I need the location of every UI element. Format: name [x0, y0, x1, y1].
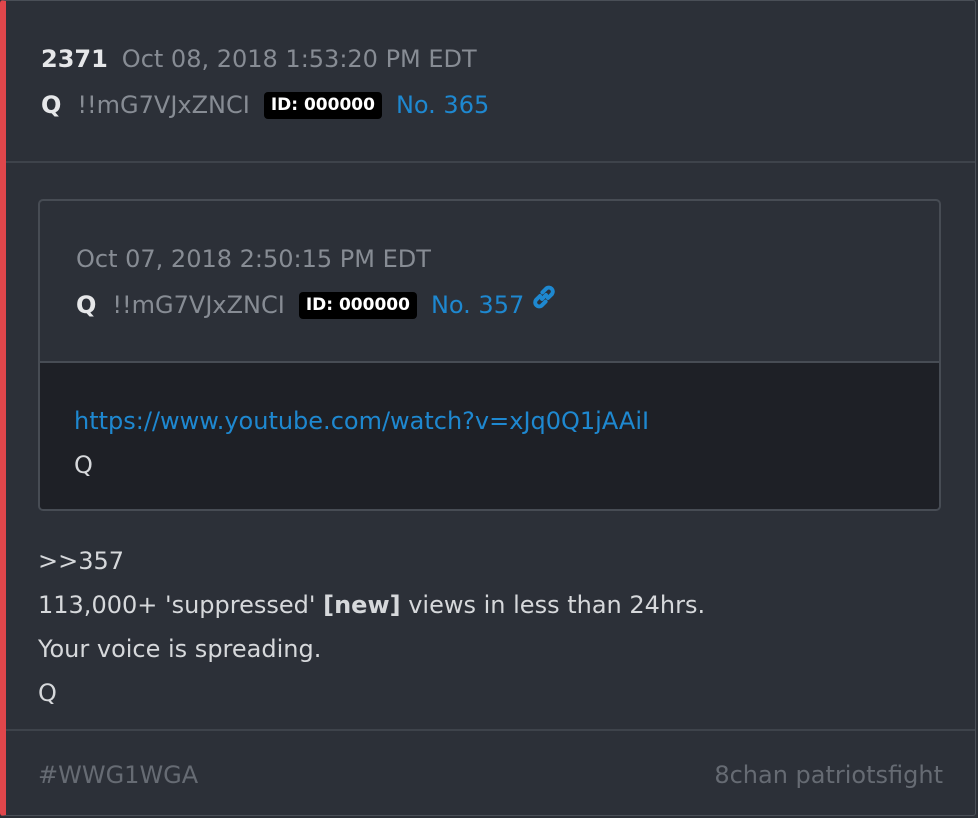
tripcode: !!mG7VJxZNCI [77, 91, 250, 119]
quoted-post-date: Oct 07, 2018 2:50:15 PM EDT [76, 245, 431, 273]
quoted-post-header: Oct 07, 2018 2:50:15 PM EDT Q !!mG7VJxZN… [40, 201, 939, 363]
new-tag: [new] [323, 591, 401, 619]
quoted-post-body: https://www.youtube.com/watch?v=xJq0Q1jA… [40, 363, 939, 509]
voice-text: Your voice is spreading. [38, 635, 322, 663]
quoted-meta-line: Oct 07, 2018 2:50:15 PM EDT [76, 245, 431, 273]
quoted-author-line: Q !!mG7VJxZNCI ID: 000000 No. 357 [76, 285, 558, 321]
link-icon[interactable] [530, 283, 558, 315]
quoted-signature-line: Q [74, 451, 93, 479]
views-text-suffix: views in less than 24hrs. [400, 591, 706, 619]
views-text-prefix: 113,000+ 'suppressed' [38, 591, 324, 619]
author-name: Q [41, 91, 62, 119]
post-card: 2371 Oct 08, 2018 1:53:20 PM EDT Q !!mG7… [0, 0, 976, 816]
post-number: 2371 [41, 45, 108, 73]
quoted-signature: Q [74, 451, 93, 479]
post-number-link[interactable]: No. 365 [396, 91, 489, 119]
reply-reference[interactable]: >>357 [38, 547, 124, 575]
post-author-line: Q !!mG7VJxZNCI ID: 000000 No. 365 [41, 91, 489, 119]
body-signature-line: Q [38, 679, 57, 707]
quoted-post: Oct 07, 2018 2:50:15 PM EDT Q !!mG7VJxZN… [38, 199, 941, 511]
reply-reference-text[interactable]: >>357 [38, 547, 124, 575]
quoted-author-name: Q [76, 291, 97, 319]
body-signature: Q [38, 679, 57, 707]
post-meta-line: 2371 Oct 08, 2018 1:53:20 PM EDT [41, 45, 477, 73]
body-line-voice: Your voice is spreading. [38, 635, 321, 663]
post-footer: #WWG1WGA 8chan patriotsfight [6, 729, 975, 815]
post-date: Oct 08, 2018 1:53:20 PM EDT [121, 45, 477, 73]
quoted-tripcode: !!mG7VJxZNCI [112, 291, 285, 319]
source-label: 8chan patriotsfight [714, 761, 943, 789]
quoted-post-link[interactable]: No. 357 [431, 291, 524, 319]
body-line-views: 113,000+ 'suppressed' [new] views in les… [38, 591, 705, 619]
hashtag: #WWG1WGA [38, 761, 199, 789]
post-header: 2371 Oct 08, 2018 1:53:20 PM EDT Q !!mG7… [6, 1, 975, 163]
quoted-id-badge: ID: 000000 [298, 291, 417, 319]
quoted-url-line: https://www.youtube.com/watch?v=xJq0Q1jA… [74, 407, 649, 435]
id-badge: ID: 000000 [263, 91, 382, 119]
youtube-link[interactable]: https://www.youtube.com/watch?v=xJq0Q1jA… [74, 407, 649, 435]
